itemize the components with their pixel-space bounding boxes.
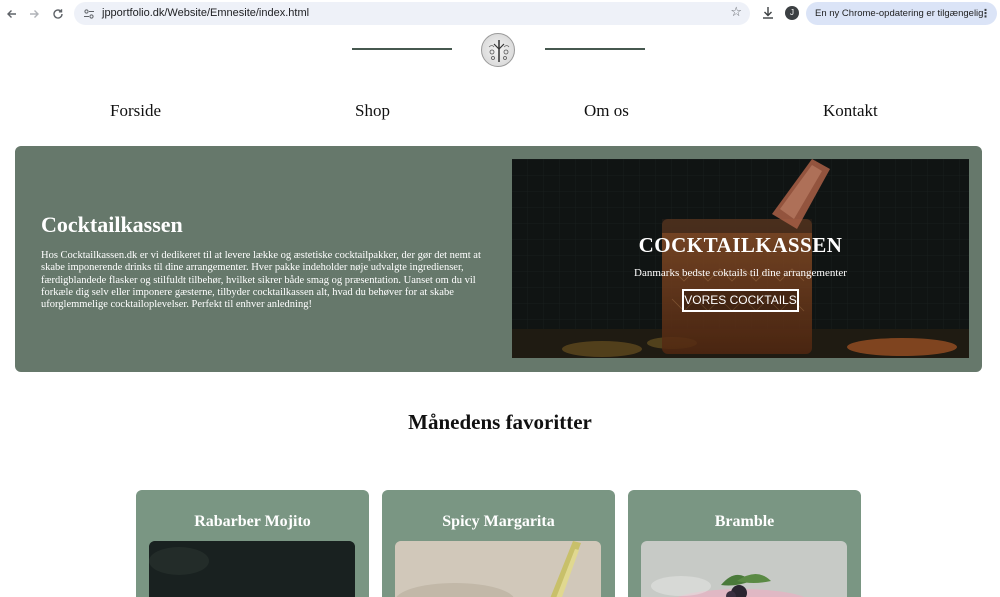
card-image xyxy=(641,541,847,597)
nav-link-kontakt[interactable]: Kontakt xyxy=(823,101,878,121)
product-card[interactable]: Rabarber Mojito xyxy=(136,490,369,597)
chrome-update-button[interactable]: En ny Chrome-opdatering er tilgængelig ⋮ xyxy=(806,2,997,25)
nav-link-om-os[interactable]: Om os xyxy=(584,101,629,121)
reload-icon[interactable] xyxy=(49,5,67,23)
cocktails-button[interactable]: VORES COCKTAILS xyxy=(682,289,799,312)
card-image xyxy=(149,541,355,597)
hero-banner-image: COCKTAILKASSEN Danmarks bedste coktails … xyxy=(512,159,969,358)
bookmark-star-icon[interactable]: ☆ xyxy=(730,5,742,20)
profile-avatar[interactable]: J xyxy=(785,6,799,20)
card-image xyxy=(395,541,601,597)
url-text[interactable]: jpportfolio.dk/Website/Emnesite/index.ht… xyxy=(102,2,309,25)
header-divider-right xyxy=(545,48,645,50)
hero-title: Cocktailkassen xyxy=(41,212,183,237)
product-card[interactable]: Spicy Margarita xyxy=(382,490,615,597)
address-bar[interactable]: jpportfolio.dk/Website/Emnesite/index.ht… xyxy=(74,2,750,25)
card-title: Spicy Margarita xyxy=(442,513,555,530)
site-info-icon[interactable] xyxy=(83,7,95,19)
hero-section: Cocktailkassen Hos Cocktailkassen.dk er … xyxy=(15,146,982,372)
nav-link-shop[interactable]: Shop xyxy=(355,101,390,121)
hero-description: Hos Cocktailkassen.dk er vi dedikeret ti… xyxy=(41,250,481,311)
kebab-menu-icon[interactable]: ⋮ xyxy=(980,2,991,25)
product-card[interactable]: Bramble xyxy=(628,490,861,597)
favorites-heading: Månedens favoritter xyxy=(408,410,592,434)
banner-subtitle: Danmarks bedste coktails til dine arrang… xyxy=(634,267,847,279)
nav-link-forside[interactable]: Forside xyxy=(110,101,161,121)
browser-toolbar: jpportfolio.dk/Website/Emnesite/index.ht… xyxy=(0,0,1000,28)
forward-arrow-icon[interactable] xyxy=(25,5,43,23)
card-title: Rabarber Mojito xyxy=(194,513,311,530)
banner-title: COCKTAILKASSEN xyxy=(638,233,843,257)
header-divider-left xyxy=(352,48,452,50)
site-logo[interactable] xyxy=(481,33,515,67)
download-icon[interactable] xyxy=(761,5,775,21)
update-notice-text: En ny Chrome-opdatering er tilgængelig xyxy=(815,8,984,19)
card-title: Bramble xyxy=(714,513,775,530)
back-arrow-icon[interactable] xyxy=(3,5,21,23)
